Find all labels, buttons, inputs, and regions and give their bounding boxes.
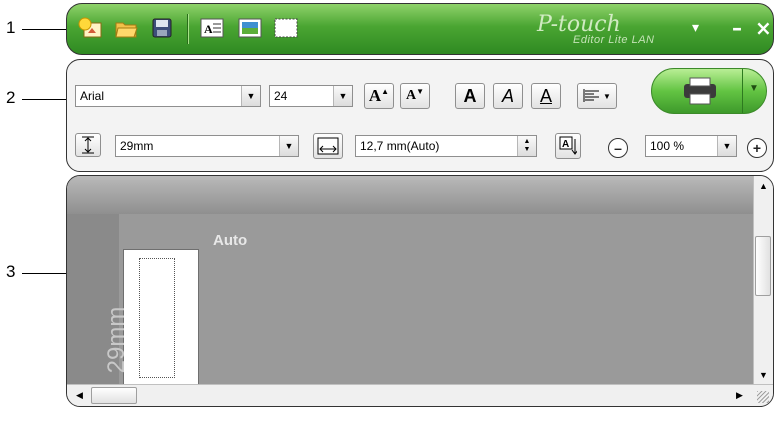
font-select[interactable]: Arial ▼ bbox=[75, 85, 261, 107]
window-menu-dropdown[interactable]: ▾ bbox=[692, 20, 699, 36]
brand-subtitle: Editor Lite LAN bbox=[573, 34, 655, 46]
rotate-text-button[interactable]: A bbox=[555, 133, 581, 159]
chevron-down-icon[interactable]: ▼ bbox=[279, 136, 298, 156]
minimize-button[interactable]: – bbox=[732, 16, 742, 40]
tape-width-icon-button[interactable] bbox=[75, 133, 101, 157]
print-button[interactable]: ▼ bbox=[651, 68, 767, 114]
zoom-in-button[interactable]: + bbox=[747, 138, 767, 158]
open-folder-icon[interactable] bbox=[113, 16, 139, 40]
vertical-text-icon: A bbox=[559, 136, 577, 155]
resize-grip-icon[interactable] bbox=[757, 391, 769, 403]
label-length-input[interactable]: 12,7 mm(Auto) ▲ ▼ bbox=[355, 135, 537, 157]
tape-width-select[interactable]: 29mm ▼ bbox=[115, 135, 299, 157]
property-ribbon: Arial ▼ 24 ▼ A ▲ A ▼ A A A ▼ ▼ 29mm ▼ 12… bbox=[66, 59, 774, 172]
shrink-font-icon: A bbox=[405, 88, 417, 103]
callout-line-2 bbox=[22, 99, 66, 100]
zoom-select[interactable]: 100 % ▼ bbox=[645, 135, 737, 157]
insert-text-icon[interactable]: A bbox=[199, 16, 225, 40]
grow-font-button[interactable]: A ▲ bbox=[364, 83, 394, 109]
underline-button[interactable]: A bbox=[531, 83, 561, 109]
tape-width-icon bbox=[82, 136, 94, 154]
align-button[interactable]: ▼ bbox=[577, 83, 617, 109]
scroll-down-icon[interactable]: ▼ bbox=[755, 366, 772, 383]
chevron-down-icon: ▼ bbox=[603, 91, 611, 101]
callout-line-3 bbox=[22, 273, 66, 274]
vertical-scroll-thumb[interactable] bbox=[755, 236, 771, 296]
callout-2: 2 bbox=[6, 88, 16, 107]
canvas-header-strip bbox=[67, 176, 755, 214]
italic-button[interactable]: A bbox=[493, 83, 523, 109]
italic-icon: A bbox=[501, 85, 514, 106]
toolbar-separator bbox=[187, 14, 188, 44]
title-bar: A P-touch Editor Lite LAN ▾ – × bbox=[66, 3, 774, 55]
svg-text:A: A bbox=[204, 22, 213, 36]
horizontal-scroll-thumb[interactable] bbox=[91, 387, 137, 404]
svg-text:A: A bbox=[562, 139, 569, 150]
insert-image-icon[interactable] bbox=[273, 16, 299, 40]
callout-1: 1 bbox=[6, 18, 16, 37]
chevron-down-icon[interactable]: ▼ bbox=[241, 86, 260, 106]
save-icon[interactable] bbox=[149, 16, 175, 40]
chevron-down-icon[interactable]: ▼ bbox=[717, 136, 736, 156]
insert-frame-icon[interactable] bbox=[237, 16, 263, 40]
label-length-icon bbox=[317, 137, 339, 155]
zoom-out-button[interactable]: – bbox=[608, 138, 628, 158]
label-print-area[interactable] bbox=[139, 258, 175, 378]
auto-length-label: Auto bbox=[213, 232, 248, 249]
align-left-icon bbox=[583, 89, 600, 102]
horizontal-scrollbar[interactable]: ◀ ▶ bbox=[67, 384, 773, 406]
chevron-down-icon[interactable]: ▼ bbox=[333, 86, 352, 106]
scroll-right-icon[interactable]: ▶ bbox=[731, 387, 748, 404]
up-arrow-icon: ▲ bbox=[381, 86, 390, 96]
print-options-chevron-icon[interactable]: ▼ bbox=[749, 83, 759, 94]
label-canvas-area[interactable]: 29mm Auto ▲ ▼ ◀ ▶ bbox=[66, 175, 774, 407]
underline-icon: A bbox=[539, 85, 552, 106]
scroll-left-icon[interactable]: ◀ bbox=[71, 387, 88, 404]
tape-width-value: 29mm bbox=[120, 139, 154, 153]
label-length-value: 12,7 mm(Auto) bbox=[360, 139, 440, 153]
font-size-select[interactable]: 24 ▼ bbox=[269, 85, 353, 107]
app-window: A P-touch Editor Lite LAN ▾ – × Arial ▼ … bbox=[66, 3, 774, 435]
label-length-icon-button[interactable] bbox=[313, 133, 343, 159]
bold-button[interactable]: A bbox=[455, 83, 485, 109]
bold-icon: A bbox=[463, 85, 477, 106]
vertical-scrollbar[interactable]: ▲ ▼ bbox=[753, 176, 773, 384]
grow-font-icon: A bbox=[368, 86, 382, 105]
scroll-up-icon[interactable]: ▲ bbox=[755, 177, 772, 194]
print-split-divider bbox=[742, 69, 743, 113]
callout-line-1 bbox=[22, 29, 66, 30]
shrink-font-button[interactable]: A ▼ bbox=[400, 83, 430, 109]
new-label-icon[interactable] bbox=[77, 16, 103, 40]
zoom-value: 100 % bbox=[650, 139, 685, 153]
length-spinner-icon[interactable]: ▲ ▼ bbox=[517, 136, 536, 156]
down-arrow-icon: ▼ bbox=[416, 86, 425, 96]
font-size-value: 24 bbox=[274, 89, 288, 103]
callout-3: 3 bbox=[6, 262, 16, 281]
close-button[interactable]: × bbox=[755, 16, 772, 40]
tape-width-indicator: 29mm bbox=[103, 306, 130, 374]
printer-icon bbox=[684, 77, 716, 105]
font-select-value: Arial bbox=[80, 89, 105, 103]
